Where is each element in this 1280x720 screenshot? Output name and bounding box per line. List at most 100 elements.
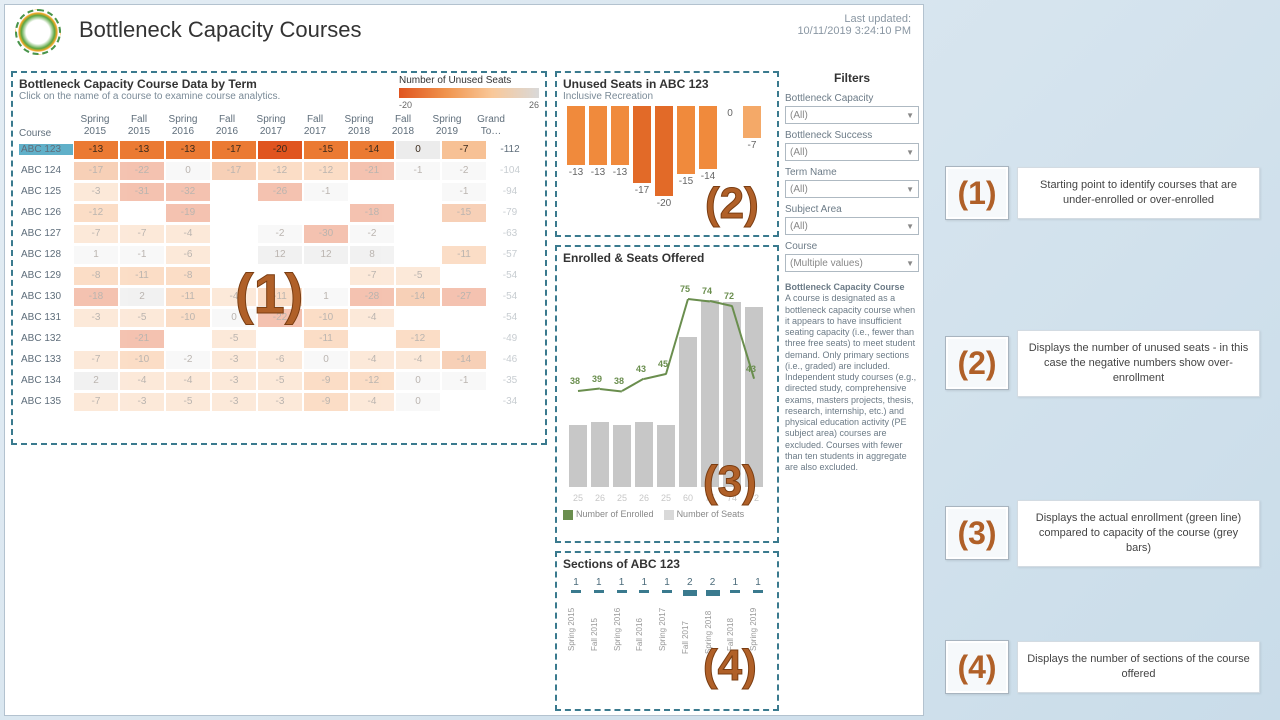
filter-select[interactable]: (All)▼ — [785, 180, 919, 198]
heatmap-cell — [396, 225, 440, 243]
bar-label: -13 — [609, 167, 631, 178]
heatmap-cell: 0 — [166, 162, 210, 180]
heatmap-row[interactable]: ABC 135-7-3-5-3-3-9-40-34 — [19, 391, 539, 412]
heatmap-row-header[interactable]: ABC 131 — [19, 312, 73, 323]
heatmap-cell: -5 — [258, 372, 302, 390]
section-col: 1Spring 2017 — [658, 577, 676, 598]
heatmap-cell: -7 — [74, 393, 118, 411]
section-value: 1 — [590, 577, 608, 588]
heatmap-cell — [258, 330, 302, 348]
bar — [589, 106, 607, 165]
heatmap-row[interactable]: ABC 1342-4-4-3-5-9-120-1-35 — [19, 370, 539, 391]
heatmap-row-header[interactable]: ABC 124 — [19, 165, 73, 176]
filter-label: Course — [785, 241, 919, 252]
heatmap-cell: -9 — [304, 393, 348, 411]
bar-label: -20 — [653, 198, 675, 209]
section-col: 2Spring 2018 — [704, 577, 722, 598]
heatmap-cell: -11 — [166, 288, 210, 306]
heatmap-cell: -7 — [74, 351, 118, 369]
line-point-label: 38 — [614, 376, 624, 386]
section-col: 1Spring 2019 — [749, 577, 767, 598]
section-value: 1 — [635, 577, 653, 588]
line-point-label: 43 — [636, 364, 646, 374]
bar-seats — [591, 422, 609, 487]
filter-select[interactable]: (All)▼ — [785, 143, 919, 161]
heatmap-cell — [212, 246, 256, 264]
heatmap-cell: 0 — [396, 141, 440, 159]
heatmap-col-header: Fall2015 — [117, 114, 161, 139]
heatmap-row-header[interactable]: ABC 134 — [19, 375, 73, 386]
callout-text: Displays the number of sections of the c… — [1017, 641, 1260, 693]
heatmap-cell: 2 — [74, 372, 118, 390]
heatmap-cell: -4 — [350, 393, 394, 411]
heatmap-row[interactable]: ABC 132-21-5-11-12-49 — [19, 328, 539, 349]
heatmap-row[interactable]: ABC 129-8-11-8-7-5-54 — [19, 265, 539, 286]
heatmap-cell: -4 — [212, 288, 256, 306]
heatmap-row[interactable]: ABC 126-12-19-18-15-79 — [19, 202, 539, 223]
heatmap-cell: -7 — [442, 141, 486, 159]
sections-chart: 1Spring 20151Fall 20151Spring 20161Fall … — [563, 571, 771, 598]
heatmap-row-header[interactable]: ABC 132 — [19, 333, 73, 344]
heatmap-cell: -4 — [396, 351, 440, 369]
callout-3: (3) Displays the actual enrollment (gree… — [945, 500, 1260, 567]
heatmap-row-header[interactable]: ABC 127 — [19, 228, 73, 239]
filter-select[interactable]: (All)▼ — [785, 106, 919, 124]
heatmap-row-header[interactable]: ABC 123 — [19, 144, 73, 155]
heatmap-row-header[interactable]: ABC 129 — [19, 270, 73, 281]
filters-description: Bottleneck Capacity Course A course is d… — [785, 282, 919, 473]
heatmap-cell: -35 — [488, 372, 532, 390]
heatmap-cell: -32 — [166, 183, 210, 201]
heatmap-cell — [304, 267, 348, 285]
heatmap-col-header: Spring2015 — [73, 114, 117, 139]
heatmap-row-header[interactable]: ABC 135 — [19, 396, 73, 407]
heatmap-row[interactable]: ABC 1281-1-612128-11-57 — [19, 244, 539, 265]
heatmap-col-header: Spring2019 — [425, 114, 469, 139]
enrolled-legend: Number of Enrolled Number of Seats — [563, 509, 771, 520]
panel-heatmap: Bottleneck Capacity Course Data by Term … — [11, 71, 547, 445]
callout-4: (4) Displays the number of sections of t… — [945, 640, 1260, 694]
filter-select[interactable]: (All)▼ — [785, 217, 919, 235]
heatmap-row[interactable]: ABC 124-17-220-17-12-12-21-1-2-104 — [19, 160, 539, 181]
heatmap-cell — [396, 246, 440, 264]
bar-seats — [679, 337, 697, 487]
heatmap-cell: -26 — [258, 183, 302, 201]
heatmap-cell: -94 — [488, 183, 532, 201]
enrolled-chart: 252625262560757472383938434575747243 — [563, 265, 773, 505]
heatmap-row-header[interactable]: ABC 133 — [19, 354, 73, 365]
heatmap-row[interactable]: ABC 130-182-11-4-111-28-14-27-54 — [19, 286, 539, 307]
heatmap-cell: -4 — [350, 351, 394, 369]
heatmap-cell: -7 — [350, 267, 394, 285]
heatmap-row-header[interactable]: ABC 125 — [19, 186, 73, 197]
bar-label: -13 — [565, 167, 587, 178]
heatmap-row[interactable]: ABC 127-7-7-4-2-30-2-63 — [19, 223, 539, 244]
chevron-down-icon: ▼ — [906, 222, 914, 231]
heatmap-cell: -10 — [120, 351, 164, 369]
heatmap-cell: -2 — [350, 225, 394, 243]
bar-label: -14 — [697, 171, 719, 182]
heatmap-legend: Number of Unused Seats -20 26 — [399, 75, 539, 110]
section-value: 1 — [726, 577, 744, 588]
enrolled-title: Enrolled & Seats Offered — [563, 251, 771, 265]
heatmap-row-header[interactable]: ABC 128 — [19, 249, 73, 260]
heatmap-row[interactable]: ABC 123-13-13-13-17-20-15-140-7-112 — [19, 139, 539, 160]
callout-number: (2) — [945, 336, 1009, 390]
heatmap-row[interactable]: ABC 125-3-31-32-26-1-1-94 — [19, 181, 539, 202]
heatmap-cell — [212, 183, 256, 201]
heatmap-cell: -5 — [166, 393, 210, 411]
heatmap-row[interactable]: ABC 133-7-10-2-3-60-4-4-14-46 — [19, 349, 539, 370]
heatmap-cell: 8 — [350, 246, 394, 264]
bar-seats — [635, 422, 653, 487]
line-segment — [644, 373, 666, 380]
section-bar — [706, 590, 720, 596]
bar-seats — [745, 307, 763, 487]
heatmap-row-header[interactable]: ABC 130 — [19, 291, 73, 302]
heatmap-cell: 12 — [304, 246, 348, 264]
heatmap-cell: 0 — [396, 372, 440, 390]
heatmap-row-header[interactable]: ABC 126 — [19, 207, 73, 218]
filter-select[interactable]: (Multiple values)▼ — [785, 254, 919, 272]
heatmap-cell: -11 — [120, 267, 164, 285]
heatmap-cell: -54 — [488, 267, 532, 285]
heatmap-cell: 0 — [212, 309, 256, 327]
heatmap-row[interactable]: ABC 131-3-5-100-22-10-4-54 — [19, 307, 539, 328]
heatmap-cell: -1 — [120, 246, 164, 264]
